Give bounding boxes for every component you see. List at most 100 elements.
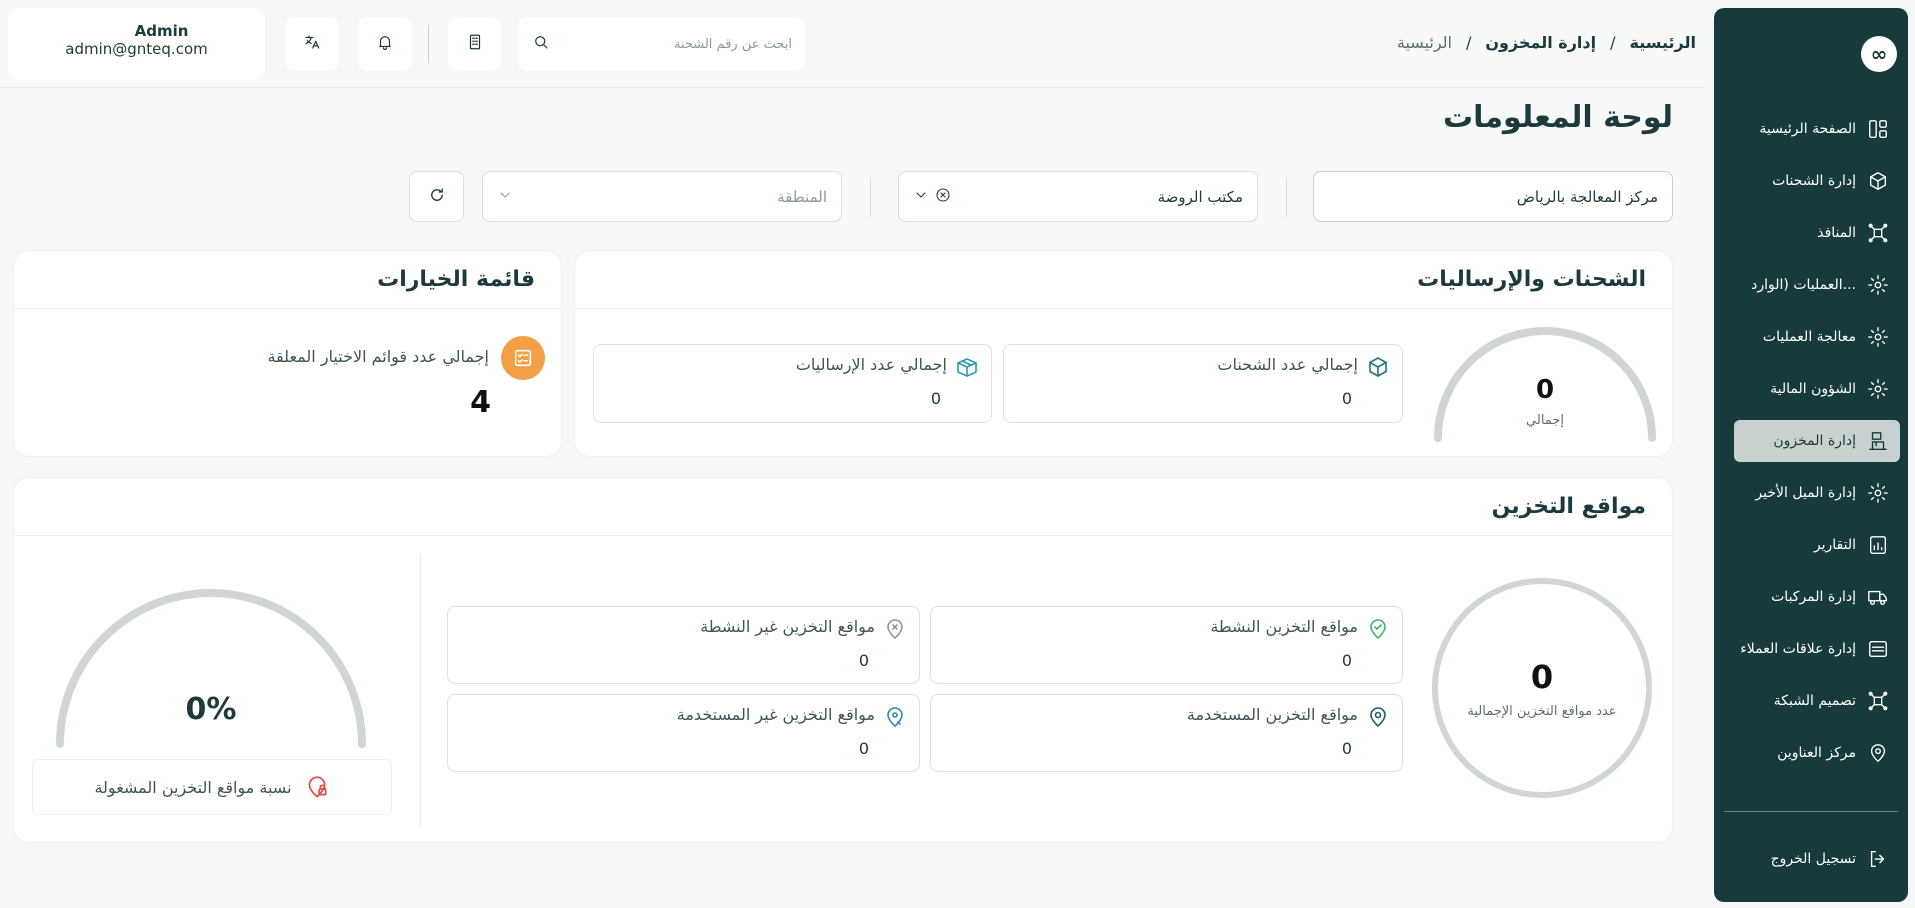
sidebar-item-operations[interactable]: العمليات (الوارد... — [1734, 264, 1900, 306]
sidebar-item-inventory[interactable]: إدارة المخزون — [1734, 420, 1900, 462]
logout-button[interactable]: تسجيل الخروج — [1734, 838, 1900, 880]
search-input[interactable] — [562, 36, 792, 52]
shipments-gauge-label: إجمالي — [1526, 413, 1564, 428]
breadcrumb-separator: / — [1610, 33, 1616, 52]
sidebar-item-label: معالجة العمليات — [1762, 329, 1856, 345]
cog-icon — [1866, 325, 1890, 349]
location-lock-icon — [308, 776, 327, 798]
storage-total-label: عدد مواقع التخزين الإجمالية — [1467, 704, 1617, 719]
sidebar: ∞ الصفحة الرئيسية إدارة الشحنات المنافذ … — [1714, 8, 1908, 902]
region-select[interactable]: المنطقة — [482, 171, 842, 222]
clear-icon[interactable] — [935, 187, 951, 207]
sidebar-item-address-center[interactable]: مركز العناوين — [1734, 732, 1900, 774]
center-select[interactable]: مركز المعالجة بالرياض — [1313, 171, 1673, 222]
network-icon — [1866, 689, 1890, 713]
sidebar-item-label: إدارة علاقات العملاء — [1740, 641, 1856, 657]
notifications-button[interactable] — [358, 17, 412, 71]
sidebar-item-reports[interactable]: التقارير — [1734, 524, 1900, 566]
package-icon — [955, 355, 979, 379]
breadcrumb-current: الرئيسية — [1396, 33, 1452, 52]
occupancy-value: 0% — [185, 692, 237, 727]
sidebar-item-label: الشؤون المالية — [1770, 381, 1856, 397]
sidebar-item-processing[interactable]: معالجة العمليات — [1734, 316, 1900, 358]
office-select-value: مكتب الروضة — [1157, 187, 1243, 206]
total-shipments-value: 0 — [1341, 389, 1352, 408]
location-user-icon — [1366, 705, 1390, 729]
sidebar-item-label: إدارة الشحنات — [1772, 173, 1856, 189]
active-storage-value: 0 — [1341, 651, 1352, 670]
dashboard-icon — [1866, 117, 1890, 141]
storage-total-value: 0 — [1530, 658, 1554, 696]
unused-storage-value: 0 — [858, 739, 869, 758]
office-select-controls — [913, 187, 951, 207]
cog-icon — [1866, 377, 1890, 401]
total-shipments-box: إجمالي عدد الشحنات 0 — [1003, 344, 1403, 423]
search-icon[interactable] — [532, 33, 550, 55]
chevron-down-icon[interactable] — [497, 187, 513, 207]
sidebar-item-network-design[interactable]: تصميم الشبكة — [1734, 680, 1900, 722]
storage-title: مواقع التخزين — [1491, 494, 1646, 519]
breadcrumb-separator: / — [1466, 33, 1472, 52]
shipments-title: الشحنات والإرسالیات — [1417, 267, 1646, 292]
bell-icon — [376, 33, 394, 55]
filter-divider — [1286, 177, 1287, 217]
sidebar-item-label: إدارة المركبات — [1771, 589, 1856, 605]
refresh-button[interactable] — [409, 171, 464, 222]
sidebar-item-label: العمليات (الوارد... — [1751, 277, 1856, 293]
sidebar-item-home[interactable]: الصفحة الرئيسية — [1734, 108, 1900, 150]
region-select-controls — [497, 187, 513, 207]
breadcrumb-inventory[interactable]: إدارة المخزون — [1485, 33, 1596, 52]
shipment-icon — [1866, 169, 1890, 193]
report-icon — [1866, 533, 1890, 557]
sidebar-item-last-mile[interactable]: إدارة الميل الأخير — [1734, 472, 1900, 514]
unused-storage-box: مواقع التخزين غير المستخدمة 0 — [447, 694, 920, 772]
sidebar-item-crm[interactable]: إدارة علاقات العملاء — [1734, 628, 1900, 670]
picklists-card-header: قائمة الخيارات — [14, 251, 561, 309]
sidebar-item-shipments[interactable]: إدارة الشحنات — [1734, 160, 1900, 202]
branch-button[interactable] — [448, 17, 502, 71]
sidebar-item-label: الصفحة الرئيسية — [1759, 121, 1856, 137]
inactive-storage-value: 0 — [858, 651, 869, 670]
header-divider — [428, 25, 429, 63]
logout-icon — [1866, 847, 1890, 871]
storage-total-ring: 0 عدد مواقع التخزين الإجمالية — [1432, 578, 1652, 798]
pending-picklists-value: 4 — [470, 385, 491, 420]
occupancy-label: نسبة مواقع التخزين المشغولة — [94, 777, 292, 797]
occupancy-gauge: 0% — [56, 584, 366, 754]
picklists-title: قائمة الخيارات — [377, 267, 535, 292]
location-x-icon — [883, 617, 907, 641]
box-icon — [1366, 355, 1390, 379]
warehouse-icon — [1866, 429, 1890, 453]
used-storage-label: مواقع التخزين المستخدمة — [1186, 705, 1358, 724]
cog-icon — [1866, 481, 1890, 505]
logo-icon[interactable]: ∞ — [1861, 36, 1897, 72]
user-card[interactable]: Admin admin@gnteq.com — [8, 8, 265, 80]
truck-icon — [1866, 585, 1890, 609]
total-sendings-box: إجمالي عدد الإرساليات 0 — [593, 344, 992, 423]
logout-label: تسجيل الخروج — [1770, 851, 1856, 867]
language-button[interactable] — [285, 17, 339, 71]
sidebar-item-label: تصميم الشبكة — [1773, 693, 1856, 709]
location-settings-icon — [883, 705, 907, 729]
user-email: admin@gnteq.com — [65, 40, 208, 58]
shipments-card-header: الشحنات والإرسالیات — [575, 251, 1672, 309]
breadcrumb: الرئيسية / إدارة المخزون / الرئيسية — [1397, 33, 1696, 52]
chevron-down-icon[interactable] — [913, 187, 929, 207]
pending-picklists-label: إجمالي عدد قوائم الاختيار المعلقة — [267, 347, 489, 366]
office-select[interactable]: مكتب الروضة — [898, 171, 1258, 222]
translate-icon — [303, 33, 321, 55]
sidebar-item-vehicles[interactable]: إدارة المركبات — [1734, 576, 1900, 618]
network-icon — [1866, 221, 1890, 245]
total-sendings-value: 0 — [930, 389, 941, 408]
sidebar-item-ports[interactable]: المنافذ — [1734, 212, 1900, 254]
used-storage-box: مواقع التخزين المستخدمة 0 — [930, 694, 1403, 772]
sidebar-item-label: المنافذ — [1817, 225, 1856, 241]
refresh-icon — [428, 186, 446, 208]
unused-storage-label: مواقع التخزين غير المستخدمة — [676, 705, 875, 724]
sidebar-item-finance[interactable]: الشؤون المالية — [1734, 368, 1900, 410]
top-bar: الرئيسية / إدارة المخزون / الرئيسية Admi… — [0, 0, 1704, 88]
shipments-gauge: 0 إجمالي — [1430, 327, 1660, 447]
region-select-placeholder: المنطقة — [777, 187, 827, 206]
breadcrumb-home[interactable]: الرئيسية — [1630, 33, 1697, 52]
total-shipments-label: إجمالي عدد الشحنات — [1217, 355, 1358, 374]
